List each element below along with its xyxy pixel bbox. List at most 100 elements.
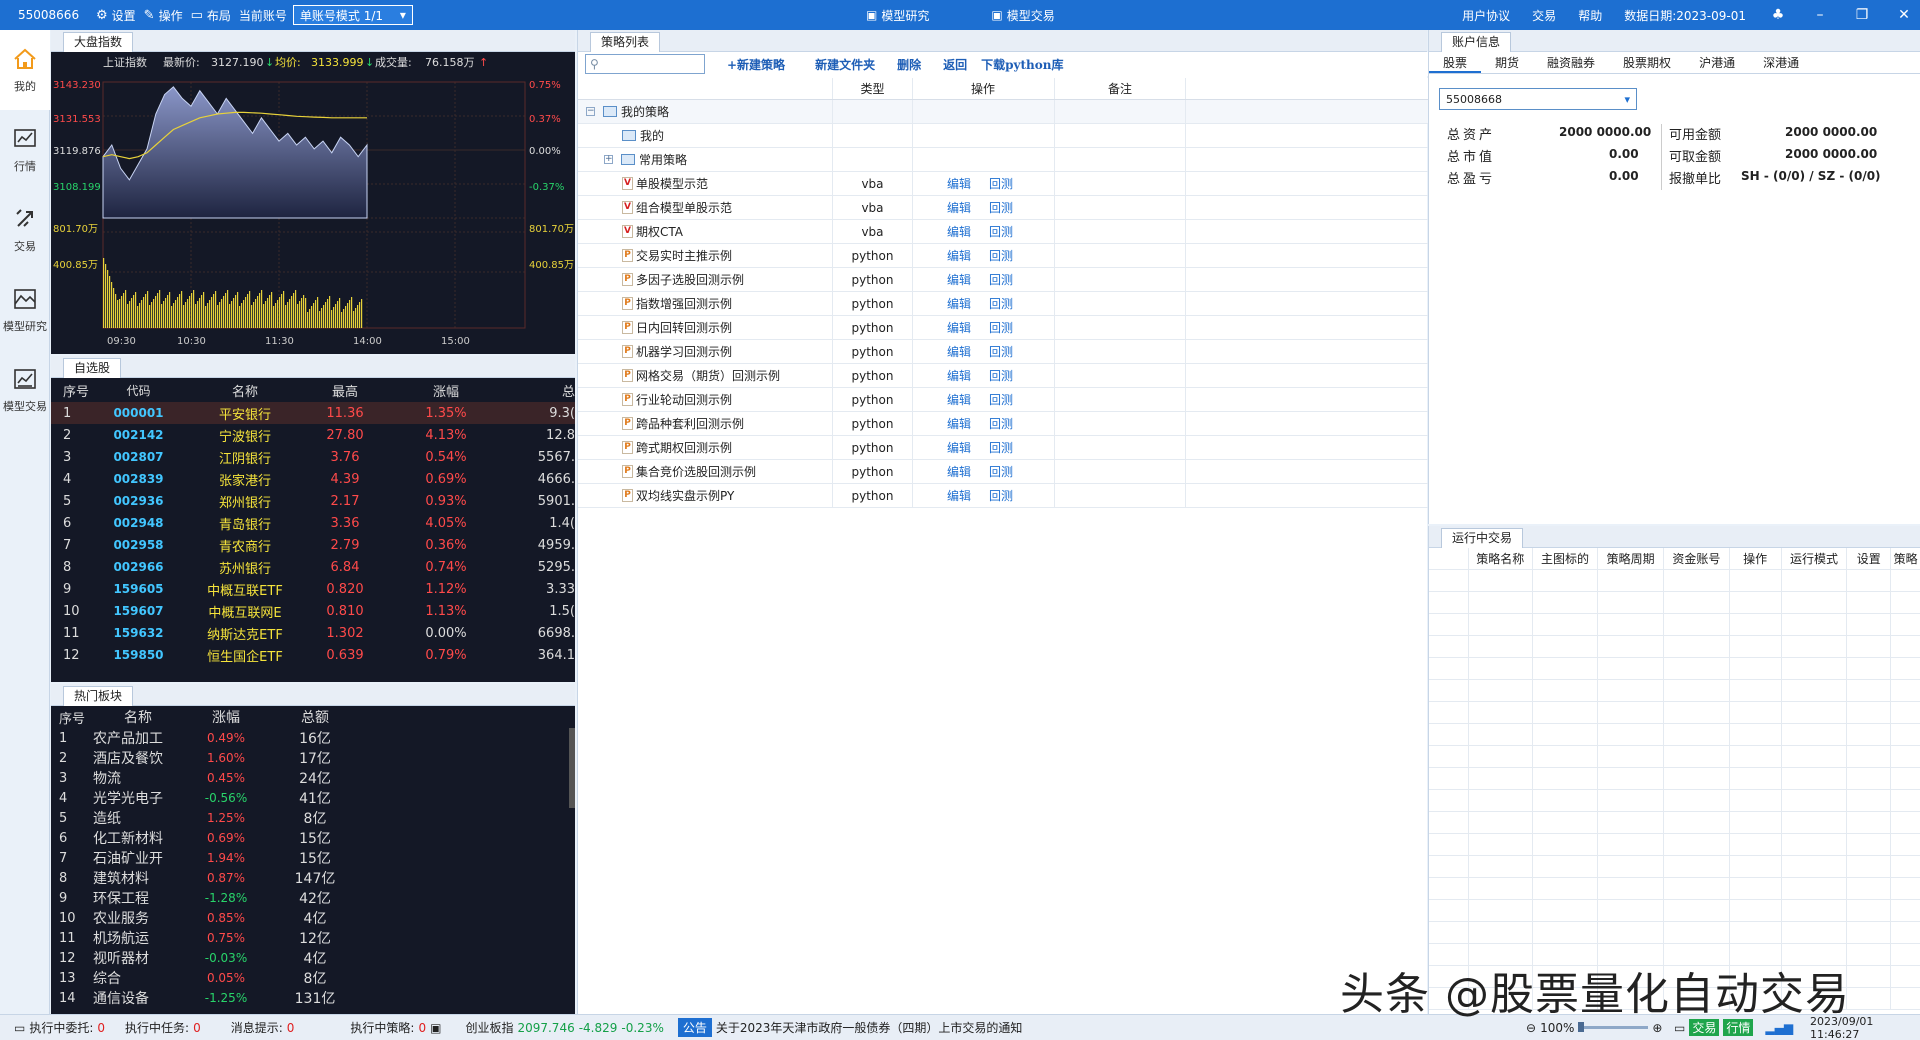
new-strategy-button[interactable]: +新建策略: [727, 56, 785, 73]
watchlist-row[interactable]: 12 159850 恒生国企ETF 0.639 0.79% 364.1: [51, 644, 575, 666]
col-name[interactable]: 名称: [186, 381, 304, 400]
strategy-row[interactable]: P 网格交易（期货）回测示例 python 编辑 回测: [578, 364, 1428, 388]
strategy-row[interactable]: P 跨品种套利回测示例 python 编辑 回测: [578, 412, 1428, 436]
model-research-tab[interactable]: ▣ 模型研究: [866, 7, 929, 24]
nav-item-model-trade[interactable]: 模型交易: [0, 350, 50, 430]
backtest-link[interactable]: 回测: [989, 319, 1013, 336]
tab-hk-sz[interactable]: 深港通: [1749, 52, 1813, 73]
hot-sector-row[interactable]: 12 视听器材 -0.03% 4亿: [51, 948, 575, 968]
exec-entrust[interactable]: ▭ 执行中委托: 0: [14, 1019, 105, 1036]
index-tab[interactable]: 大盘指数: [63, 32, 134, 52]
hot-sector-row[interactable]: 4 光学光电子 -0.56% 41亿: [51, 788, 575, 808]
running-col[interactable]: 资金账号: [1664, 548, 1730, 569]
hot-sector-row[interactable]: 8 建筑材料 0.87% 147亿: [51, 868, 575, 888]
zoom-slider[interactable]: [1578, 1022, 1649, 1032]
col-index[interactable]: 序号: [51, 381, 91, 400]
edit-link[interactable]: 编辑: [947, 199, 971, 216]
edit-link[interactable]: 编辑: [947, 223, 971, 240]
notice[interactable]: 公告 关于2023年天津市政府一般债券（四期）上市交易的通知: [677, 1018, 1022, 1037]
tree-folder-mine[interactable]: 我的: [578, 124, 1428, 148]
tree-root[interactable]: − 我的策略: [578, 100, 1428, 124]
layout-menu[interactable]: ▭ 布局: [191, 7, 231, 24]
backtest-link[interactable]: 回测: [989, 391, 1013, 408]
zoom-out-icon[interactable]: ⊖: [1526, 1021, 1536, 1035]
strategy-row[interactable]: P 机器学习回测示例 python 编辑 回测: [578, 340, 1428, 364]
strategy-row[interactable]: P 跨式期权回测示例 python 编辑 回测: [578, 436, 1428, 460]
backtest-link[interactable]: 回测: [989, 199, 1013, 216]
col-total[interactable]: 总: [506, 381, 575, 400]
col-type[interactable]: 类型: [833, 78, 913, 99]
backtest-link[interactable]: 回测: [989, 343, 1013, 360]
watchlist-row[interactable]: 2 002142 宁波银行 27.80 4.13% 12.8: [51, 424, 575, 446]
hot-col-index[interactable]: 序号: [51, 708, 93, 727]
messages[interactable]: 消息提示: 0: [231, 1019, 295, 1036]
hot-sector-row[interactable]: 9 环保工程 -1.28% 42亿: [51, 888, 575, 908]
edit-link[interactable]: 编辑: [947, 439, 971, 456]
watchlist-row[interactable]: 8 002966 苏州银行 6.84 0.74% 5295.: [51, 556, 575, 578]
strategy-row[interactable]: V 单股模型示范 vba 编辑 回测: [578, 172, 1428, 196]
backtest-link[interactable]: 回测: [989, 223, 1013, 240]
edit-link[interactable]: 编辑: [947, 343, 971, 360]
col-change[interactable]: 涨幅: [386, 381, 506, 400]
hot-sector-row[interactable]: 6 化工新材料 0.69% 15亿: [51, 828, 575, 848]
strategy-row[interactable]: V 期权CTA vba 编辑 回测: [578, 220, 1428, 244]
nav-item-mine[interactable]: 我的: [0, 30, 50, 110]
watchlist-tab[interactable]: 自选股: [63, 358, 122, 378]
edit-link[interactable]: 编辑: [947, 295, 971, 312]
strategy-row[interactable]: P 指数增强回测示例 python 编辑 回测: [578, 292, 1428, 316]
col-code[interactable]: 代码: [91, 382, 186, 399]
skin-icon[interactable]: ♣: [1768, 7, 1788, 23]
model-trade-tab[interactable]: ▣ 模型交易: [991, 7, 1054, 24]
backtest-link[interactable]: 回测: [989, 295, 1013, 312]
running-col[interactable]: 主图标的: [1533, 548, 1599, 569]
strategy-tab[interactable]: 策略列表: [590, 32, 661, 52]
tab-margin[interactable]: 融资融券: [1533, 52, 1609, 73]
strategy-row[interactable]: V 组合模型单股示范 vba 编辑 回测: [578, 196, 1428, 220]
running-col[interactable]: 策略: [1891, 548, 1920, 569]
index-ticker[interactable]: 创业板指 2097.746 -4.829 -0.23%: [465, 1019, 663, 1036]
watchlist-row[interactable]: 1 000001 平安银行 11.36 1.35% 9.3(: [51, 402, 575, 424]
tab-hk-sh[interactable]: 沪港通: [1685, 52, 1749, 73]
watchlist-row[interactable]: 4 002839 张家港行 4.39 0.69% 4666.: [51, 468, 575, 490]
tree-folder-common[interactable]: + 常用策略: [578, 148, 1428, 172]
hot-sector-row[interactable]: 7 石油矿业开 1.94% 15亿: [51, 848, 575, 868]
col-remark[interactable]: 备注: [1055, 78, 1186, 99]
backtest-link[interactable]: 回测: [989, 487, 1013, 504]
hot-col-name[interactable]: 名称: [93, 707, 183, 727]
backtest-link[interactable]: 回测: [989, 463, 1013, 480]
strategy-row[interactable]: P 集合竞价选股回测示例 python 编辑 回测: [578, 460, 1428, 484]
exec-strategy[interactable]: 执行中策略: 0 ▣: [350, 1019, 441, 1036]
index-chart[interactable]: 上证指数 最新价: 3127.190 ↓ 均价: 3133.999 ↓ 成交量:…: [51, 52, 575, 354]
tab-stock[interactable]: 股票: [1429, 52, 1482, 73]
hot-col-change[interactable]: 涨幅: [183, 707, 269, 727]
strategy-row[interactable]: P 双均线实盘示例PY python 编辑 回测: [578, 484, 1428, 508]
backtest-link[interactable]: 回测: [989, 271, 1013, 288]
hot-col-amount[interactable]: 总额: [269, 707, 361, 727]
nav-item-quote[interactable]: 行情: [0, 110, 50, 190]
watchlist-row[interactable]: 3 002807 江阴银行 3.76 0.54% 5567.: [51, 446, 575, 468]
edit-link[interactable]: 编辑: [947, 367, 971, 384]
running-col[interactable]: 设置: [1847, 548, 1892, 569]
zoom-thumb[interactable]: [1578, 1022, 1585, 1032]
nav-item-trade[interactable]: 交易: [0, 190, 50, 270]
edit-link[interactable]: 编辑: [947, 463, 971, 480]
minimize-icon[interactable]: –: [1810, 7, 1830, 23]
restore-icon[interactable]: ❐: [1852, 7, 1872, 23]
hot-sector-row[interactable]: 5 造纸 1.25% 8亿: [51, 808, 575, 828]
operate-menu[interactable]: ✎ 操作: [144, 7, 183, 24]
download-python-button[interactable]: 下载python库: [981, 56, 1063, 73]
backtest-link[interactable]: 回测: [989, 415, 1013, 432]
exec-task[interactable]: 执行中任务: 0: [125, 1019, 201, 1036]
hot-sector-row[interactable]: 2 酒店及餐饮 1.60% 17亿: [51, 748, 575, 768]
edit-link[interactable]: 编辑: [947, 415, 971, 432]
close-icon[interactable]: ✕: [1894, 7, 1914, 23]
new-folder-button[interactable]: 新建文件夹: [815, 56, 875, 73]
backtest-link[interactable]: 回测: [989, 247, 1013, 264]
running-col[interactable]: 运行模式: [1782, 548, 1848, 569]
help-menu[interactable]: 帮助: [1578, 7, 1602, 24]
edit-link[interactable]: 编辑: [947, 487, 971, 504]
backtest-link[interactable]: 回测: [989, 175, 1013, 192]
hot-sector-row[interactable]: 11 机场航运 0.75% 12亿: [51, 928, 575, 948]
delete-button[interactable]: 删除: [897, 56, 921, 73]
running-tab[interactable]: 运行中交易: [1441, 528, 1524, 548]
